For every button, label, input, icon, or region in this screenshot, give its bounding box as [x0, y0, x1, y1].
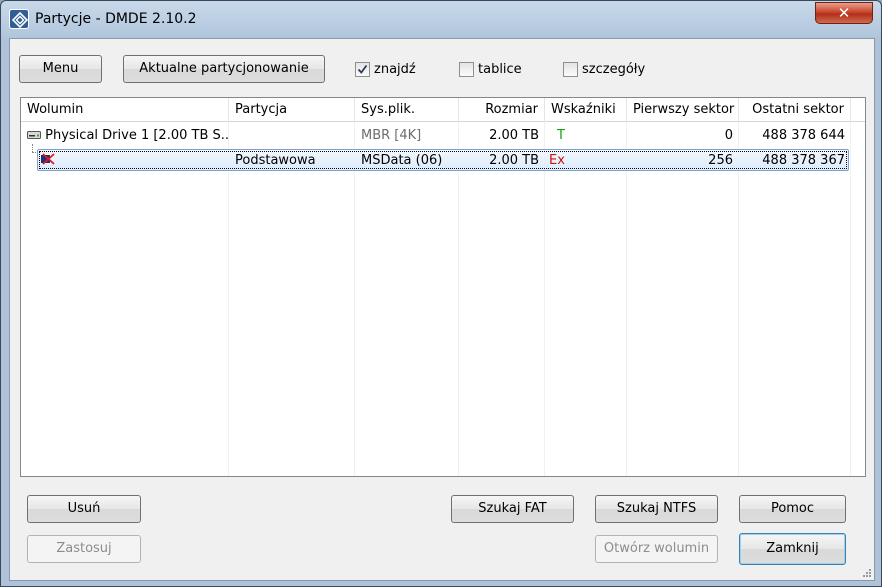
indicator-mark: T: [557, 128, 565, 143]
column-divider: [626, 122, 627, 476]
hard-drive-icon: [27, 131, 41, 139]
dmde-app-icon: [9, 9, 29, 29]
table-row-physical-drive[interactable]: Physical Drive 1 [2.00 TB S... MBR [4K] …: [21, 125, 865, 147]
current-partitioning-button[interactable]: Aktualne partycjonowanie: [123, 55, 325, 83]
filesystem-cell: MBR [4K]: [361, 128, 422, 143]
list-header: Wolumin Partycja Sys.plik. Rozmiar Wskaź…: [21, 98, 865, 122]
column-divider: [738, 122, 739, 476]
column-header-volume[interactable]: Wolumin: [21, 98, 229, 122]
partitions-window: Partycje - DMDE 2.10.2 ✕ Menu Aktualne p…: [0, 0, 882, 587]
column-header-filesystem[interactable]: Sys.plik.: [355, 98, 459, 122]
column-header-last-sector[interactable]: Ostatni sektor: [739, 98, 851, 122]
close-dialog-button[interactable]: Zamknij: [739, 533, 846, 565]
first-sector-cell: 256: [708, 153, 733, 168]
find-checkbox-box[interactable]: [355, 62, 370, 77]
first-sector-cell: 0: [724, 128, 733, 143]
search-fat-button[interactable]: Szukaj FAT: [451, 495, 574, 523]
tables-checkbox-label: tablice: [478, 62, 522, 77]
search-ntfs-button[interactable]: Szukaj NTFS: [595, 495, 718, 523]
last-sector-cell: 488 378 367: [762, 153, 845, 168]
broken-partition-icon: [41, 153, 55, 165]
window-close-button[interactable]: ✕: [815, 2, 873, 24]
help-button[interactable]: Pomoc: [739, 495, 846, 523]
volume-name: Physical Drive 1 [2.00 TB S...: [45, 128, 229, 143]
find-checkbox-label: znajdź: [374, 62, 416, 77]
delete-button[interactable]: Usuń: [27, 495, 141, 523]
tree-connector: [32, 144, 33, 152]
column-divider: [354, 122, 355, 476]
column-divider: [544, 122, 545, 476]
details-checkbox-box[interactable]: [563, 62, 578, 77]
details-checkbox-label: szczegóły: [582, 62, 646, 77]
title-bar[interactable]: Partycje - DMDE 2.10.2 ✕: [1, 1, 881, 37]
resize-grip-icon[interactable]: [862, 568, 872, 578]
column-divider: [850, 122, 851, 476]
column-header-partition[interactable]: Partycja: [229, 98, 355, 122]
dialog-client-area: Menu Aktualne partycjonowanie znajdź tab…: [9, 38, 875, 581]
window-title: Partycje - DMDE 2.10.2: [35, 11, 197, 27]
filesystem-cell: MSData (06): [361, 153, 443, 168]
tables-checkbox-box[interactable]: [459, 62, 474, 77]
open-volume-button[interactable]: Otwórz wolumin: [595, 535, 718, 563]
last-sector-cell: 488 378 644: [762, 128, 845, 143]
indicator-mark: x: [557, 153, 565, 168]
column-divider: [458, 122, 459, 476]
size-cell: 2.00 TB: [489, 153, 539, 168]
menu-button[interactable]: Menu: [19, 55, 102, 83]
partition-cell: Podstawowa: [235, 153, 316, 168]
partitions-list[interactable]: Wolumin Partycja Sys.plik. Rozmiar Wskaź…: [20, 97, 866, 477]
volume-cell: Physical Drive 1 [2.00 TB S...: [21, 125, 229, 147]
apply-button[interactable]: Zastosuj: [27, 535, 141, 563]
indicators-cell: Ex: [545, 150, 627, 172]
column-header-size[interactable]: Rozmiar: [459, 98, 545, 122]
indicators-cell: T: [545, 125, 627, 147]
table-row-partition[interactable]: Podstawowa MSData (06) 2.00 TB Ex 256 48…: [37, 149, 849, 171]
size-cell: 2.00 TB: [489, 128, 539, 143]
indicator-mark: E: [549, 153, 558, 168]
partition-cell: [229, 125, 355, 147]
column-divider: [228, 122, 229, 476]
volume-cell: [38, 150, 230, 172]
checkmark-icon: [357, 64, 368, 74]
column-header-first-sector[interactable]: Pierwszy sektor: [627, 98, 739, 122]
column-header-indicators[interactable]: Wskaźniki: [545, 98, 627, 122]
